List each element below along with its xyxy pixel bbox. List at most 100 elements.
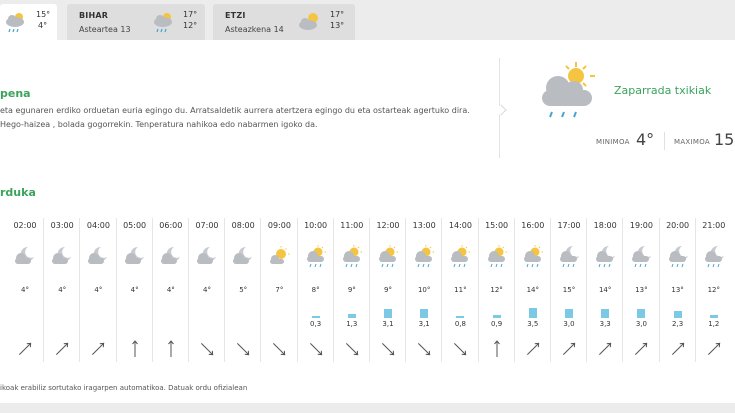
tab-etzi-name: ETZI (225, 11, 246, 20)
hour-precipitation: 3,0 (635, 320, 647, 328)
hour-column: 11:00 9° 1,3 (332, 218, 369, 362)
day-tabs: 15° 4° BIHAR Asteartea 13 17° 12° ETZI A… (0, 0, 735, 40)
moon-cloud-icon (52, 246, 72, 264)
tab-bihar-date: Asteartea 13 (79, 25, 131, 34)
hour-temperature: 14° (598, 286, 612, 294)
precipitation-bar (637, 309, 646, 318)
sun-cloud-rain-icon (487, 245, 507, 268)
hour-temperature: 4° (21, 286, 29, 294)
precipitation-bar (709, 315, 718, 318)
hour-column: 07:00 4° (188, 218, 224, 362)
summary-text: eta egunaren erdiko orduetan euria eging… (0, 106, 470, 129)
sun-cloud-rain-icon (306, 245, 326, 268)
day-tab-bihar[interactable]: BIHAR Asteartea 13 17° 12° (67, 4, 205, 40)
moon-cloud-rain-icon (632, 245, 652, 268)
precipitation-bar (347, 314, 356, 318)
wind-arrow-icon (526, 342, 540, 356)
hour-column: 19:00 13° 3,0 (622, 218, 658, 362)
hour-time: 09:00 (267, 221, 291, 230)
min-label: MINIMOA (596, 138, 630, 146)
hour-precipitation: 3,3 (599, 320, 611, 328)
hour-time: 11:00 (340, 221, 364, 230)
hour-time: 19:00 (629, 221, 653, 230)
hour-temperature: 12° (490, 286, 503, 294)
hour-time: 10:00 (304, 221, 328, 230)
hour-time: 07:00 (195, 221, 219, 230)
tab-today-high: 15° (36, 10, 51, 19)
hour-temperature: 5° (239, 286, 248, 294)
max-value: 15° (714, 130, 735, 149)
wind-arrow-icon (92, 342, 105, 356)
hour-column: 10:00 8° 0,3 (296, 218, 333, 362)
hour-temperature: 14° (526, 286, 539, 294)
wind-arrow-icon (562, 342, 576, 356)
day-tab-today[interactable]: 15° 4° (0, 4, 57, 40)
condition-label: Zaparrada txikiak (614, 84, 712, 97)
hour-column: 20:00 13° 2,3 (658, 218, 695, 362)
hour-column: 08:00 5° (224, 218, 260, 362)
hour-time: 05:00 (123, 221, 147, 230)
moon-cloud-icon (15, 246, 34, 264)
day-tab-etzi[interactable]: ETZI Asteazkena 14 17° 13° (213, 4, 355, 40)
moon-cloud-icon (233, 246, 253, 264)
tab-bihar-name: BIHAR (79, 11, 109, 20)
moon-cloud-icon (88, 246, 108, 264)
hour-precipitation: 1,2 (708, 320, 720, 328)
hour-column: 17:00 15° 3,0 (550, 218, 586, 362)
moon-cloud-rain-icon (704, 245, 724, 268)
sun-cloud-icon (299, 13, 318, 30)
precipitation-bar (384, 309, 392, 318)
hour-column: 21:00 12° 1,2 (694, 218, 731, 362)
hour-time: 13:00 (412, 221, 436, 230)
tab-etzi-high: 17° (330, 10, 345, 19)
sun-cloud-rain-icon (342, 245, 362, 268)
hourly-title: rduka (0, 186, 36, 199)
hour-column: 05:00 4° (115, 218, 152, 362)
hour-time: 20:00 (666, 221, 690, 230)
hour-temperature: 13° (671, 286, 684, 294)
hour-time: 15:00 (485, 221, 509, 230)
sun-cloud-rain-icon (451, 245, 471, 268)
hour-precipitation: 3,1 (382, 320, 394, 328)
hour-column: 16:00 14° 3,5 (513, 218, 550, 362)
wind-arrow-icon (56, 342, 69, 356)
hour-column: 15:00 12° 0,9 (477, 218, 514, 362)
hour-precipitation: 3,5 (527, 320, 539, 328)
precipitation-bar (420, 309, 429, 318)
moon-cloud-icon (197, 246, 216, 264)
wind-arrow-icon (493, 340, 500, 357)
wind-arrow-icon (418, 342, 431, 356)
hour-time: 18:00 (593, 221, 617, 230)
sun-cloud-icon (270, 246, 290, 264)
wind-arrow-icon (18, 342, 32, 356)
hour-temperature: 4° (130, 286, 139, 294)
hour-column: 13:00 10° 3,1 (405, 218, 441, 362)
precipitation-bar (601, 309, 610, 318)
hour-column: 14:00 11° 0,8 (441, 218, 477, 362)
hour-column: 02:00 4° (7, 218, 43, 362)
hour-temperature: 4° (58, 286, 67, 294)
sun-cloud-rain-icon (542, 62, 595, 118)
moon-cloud-icon (124, 246, 144, 264)
hour-column: 12:00 9° 3,1 (369, 218, 405, 362)
moon-cloud-rain-icon (596, 245, 616, 268)
wind-arrow-icon (454, 342, 467, 356)
rain-cloud-icon (6, 13, 24, 33)
rain-cloud-icon (154, 13, 172, 33)
hour-time: 02:00 (13, 221, 37, 230)
hour-time: 16:00 (521, 221, 545, 230)
chevron-right-icon (495, 104, 507, 116)
wind-arrow-icon (671, 342, 684, 356)
precipitation-bar (456, 316, 465, 318)
hour-precipitation: 2,3 (672, 320, 684, 328)
hour-temperature: 9° (384, 286, 392, 294)
hour-precipitation: 1,3 (346, 320, 358, 328)
wind-arrow-icon (635, 342, 648, 356)
footnote: ikoak erabiliz sortutako iragarpen autom… (0, 384, 248, 392)
hour-precipitation: 0,9 (491, 320, 503, 328)
hour-temperature: 10° (417, 286, 431, 294)
hour-temperature: 4° (94, 286, 103, 294)
hour-temperature: 11° (454, 286, 467, 294)
hour-time: 04:00 (86, 221, 110, 230)
wind-arrow-icon (707, 342, 721, 356)
